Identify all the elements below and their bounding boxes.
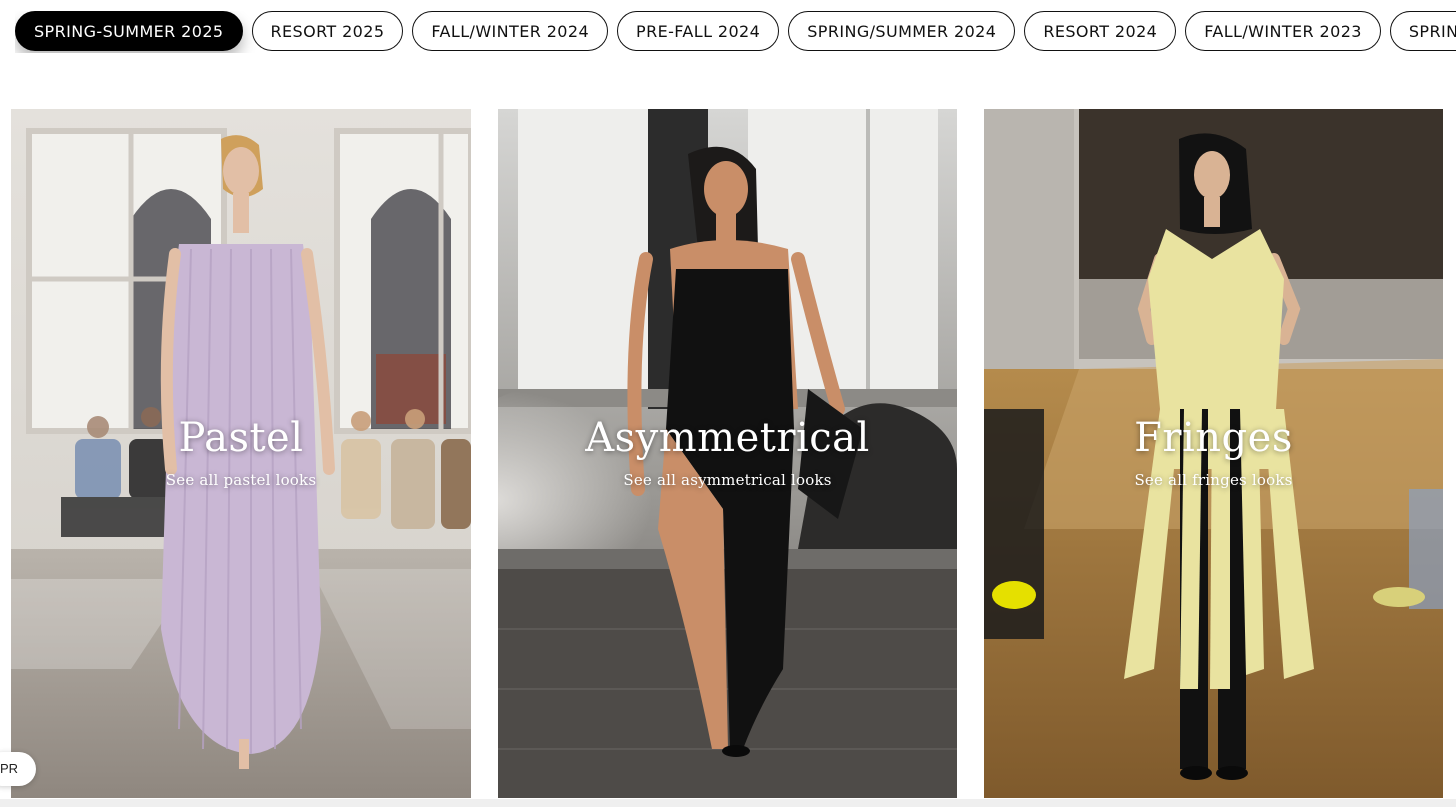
- page-bottom-edge: [0, 799, 1456, 807]
- trend-card-asymmetrical[interactable]: Asymmetrical See all asymmetrical looks: [498, 109, 957, 798]
- trend-card-overlay: Fringes See all fringes looks: [984, 415, 1443, 490]
- trend-title-pastel: Pastel: [178, 415, 304, 461]
- season-filter-bar: SPRING-SUMMER 2025 RESORT 2025 FALL/WINT…: [15, 11, 1456, 53]
- season-pill-fall-winter-2023[interactable]: FALL/WINTER 2023: [1185, 11, 1381, 51]
- trend-title-asymmetrical: Asymmetrical: [585, 415, 870, 461]
- chat-widget-tab[interactable]: PR: [0, 752, 36, 786]
- trend-page: SPRING-SUMMER 2025 RESORT 2025 FALL/WINT…: [0, 0, 1456, 807]
- trend-card-fringes[interactable]: Fringes See all fringes looks: [984, 109, 1443, 798]
- see-all-fringes-link[interactable]: See all fringes looks: [1134, 471, 1292, 489]
- trend-card-grid: Pastel See all pastel looks Asymmetrical…: [11, 109, 1456, 798]
- season-pill-spring-summer-2025[interactable]: SPRING-SUMMER 2025: [15, 11, 243, 51]
- season-pill-spring-summer-2024[interactable]: SPRING/SUMMER 2024: [788, 11, 1016, 51]
- trend-title-fringes: Fringes: [1134, 415, 1293, 461]
- trend-card-overlay: Asymmetrical See all asymmetrical looks: [498, 415, 957, 490]
- trend-card-overlay: Pastel See all pastel looks: [11, 415, 471, 490]
- chat-widget-label: PR: [0, 761, 19, 776]
- season-pill-resort-2024[interactable]: RESORT 2024: [1024, 11, 1177, 51]
- see-all-pastel-link[interactable]: See all pastel looks: [166, 471, 316, 489]
- season-pill-pre-fall-2024[interactable]: PRE-FALL 2024: [617, 11, 780, 51]
- season-pill-spring-partial[interactable]: SPRING/: [1389, 11, 1456, 51]
- see-all-asymmetrical-link[interactable]: See all asymmetrical looks: [623, 471, 831, 489]
- trend-card-pastel[interactable]: Pastel See all pastel looks: [11, 109, 471, 798]
- season-pill-resort-2025[interactable]: RESORT 2025: [251, 11, 404, 51]
- season-pill-fall-winter-2024[interactable]: FALL/WINTER 2024: [412, 11, 609, 51]
